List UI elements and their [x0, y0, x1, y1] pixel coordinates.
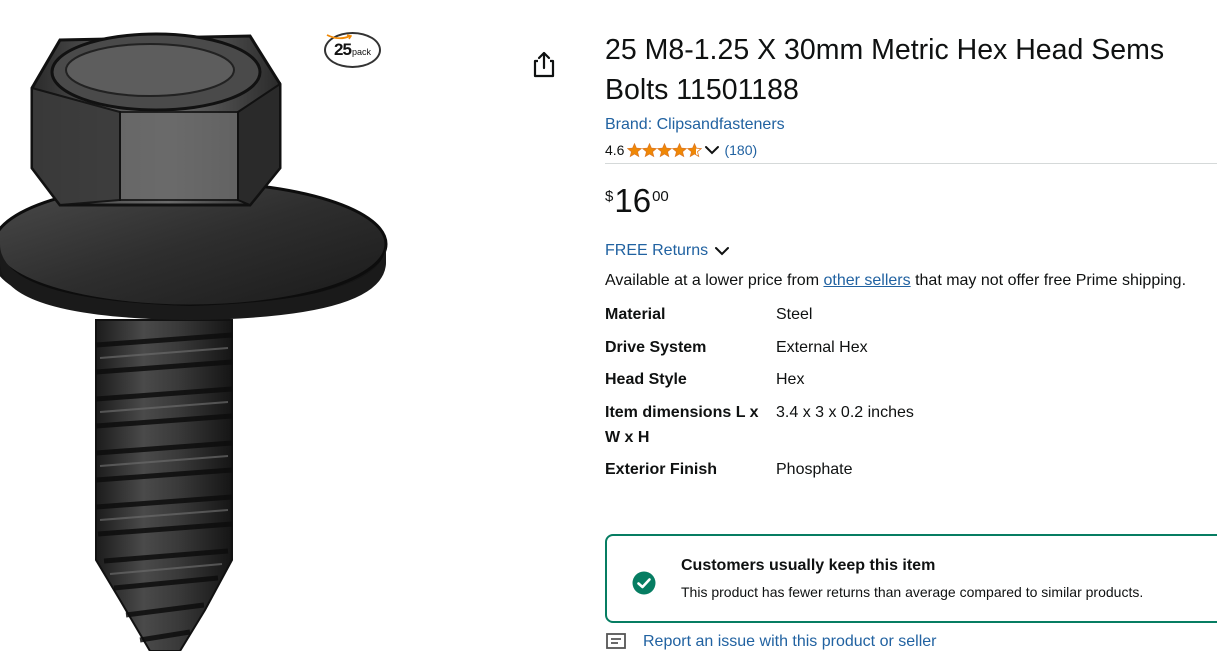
free-returns-label: FREE Returns	[605, 242, 709, 259]
brand-link[interactable]: Brand: Clipsandfasteners	[605, 116, 785, 134]
price-symbol: $	[605, 188, 614, 205]
price-whole: 16	[614, 182, 652, 219]
keep-box-description: This product has fewer returns than aver…	[681, 584, 1144, 600]
bolt-illustration	[0, 32, 388, 651]
other-sellers-link[interactable]: other sellers	[823, 272, 910, 289]
product-details: 25 M8-1.25 X 30mm Metric Hex Head Sems B…	[605, 30, 1217, 490]
pack-count-badge: 25 pack	[324, 32, 381, 68]
spec-key: Exterior Finish	[605, 461, 718, 478]
pack-count-word: pack	[351, 46, 371, 57]
spec-value: External Hex	[776, 338, 868, 356]
spec-key: Item dimensions L x W x H	[605, 403, 759, 446]
rating-row: 4.6 (180)	[605, 142, 1217, 158]
product-specs-table: Material Steel Drive System External Hex Hea…	[605, 302, 914, 490]
rating-value: 4.6	[605, 142, 625, 158]
divider	[605, 163, 1217, 164]
report-icon	[606, 633, 626, 649]
spec-key: Material	[605, 306, 666, 323]
smile-arrow-icon	[326, 34, 352, 40]
spec-value: Phosphate	[776, 461, 853, 478]
star-rating[interactable]	[627, 142, 703, 158]
customers-keep-box: Customers usually keep this item This pr…	[605, 534, 1217, 623]
product-image[interactable]: 25 pack	[0, 0, 520, 651]
star-icon	[657, 142, 673, 157]
spec-row: Material Steel	[605, 302, 914, 335]
spec-row: Exterior Finish Phosphate	[605, 457, 914, 490]
availability-after: that may not offer free Prime shipping.	[910, 272, 1187, 289]
report-issue-label: Report an issue with this product or sel…	[643, 633, 937, 650]
spec-key: Head Style	[605, 371, 687, 388]
spec-value: Hex	[776, 371, 805, 388]
product-title: 25 M8-1.25 X 30mm Metric Hex Head Sems B…	[605, 34, 1165, 106]
star-icon	[672, 142, 688, 157]
availability-before: Available at a lower price from	[605, 272, 824, 289]
chevron-down-icon	[715, 247, 730, 256]
share-icon[interactable]	[531, 50, 557, 78]
keep-box-title: Customers usually keep this item	[681, 557, 936, 574]
price-fraction: 00	[652, 188, 669, 205]
pack-count-number: 25	[334, 40, 352, 59]
spec-row: Drive System External Hex	[605, 335, 914, 368]
check-circle-icon	[632, 571, 656, 595]
spec-value: 3.4 x 3 x 0.2 inches	[776, 403, 914, 421]
report-issue-link[interactable]: Report an issue with this product or sel…	[606, 633, 936, 651]
chevron-down-icon[interactable]	[704, 143, 720, 157]
availability-text: Available at a lower price from other se…	[605, 268, 1215, 293]
star-icon	[642, 142, 658, 157]
price: $ 16 00	[605, 184, 1217, 218]
star-icon	[687, 142, 703, 157]
spec-value: Steel	[776, 306, 813, 323]
spec-row: Item dimensions L x W x H 3.4 x 3 x 0.2 i…	[605, 400, 914, 458]
spec-key: Drive System	[605, 338, 707, 356]
rating-count-link[interactable]: (180)	[724, 142, 757, 158]
free-returns-link[interactable]: FREE Returns	[605, 242, 1217, 260]
spec-row: Head Style Hex	[605, 367, 914, 400]
star-icon	[627, 142, 643, 157]
